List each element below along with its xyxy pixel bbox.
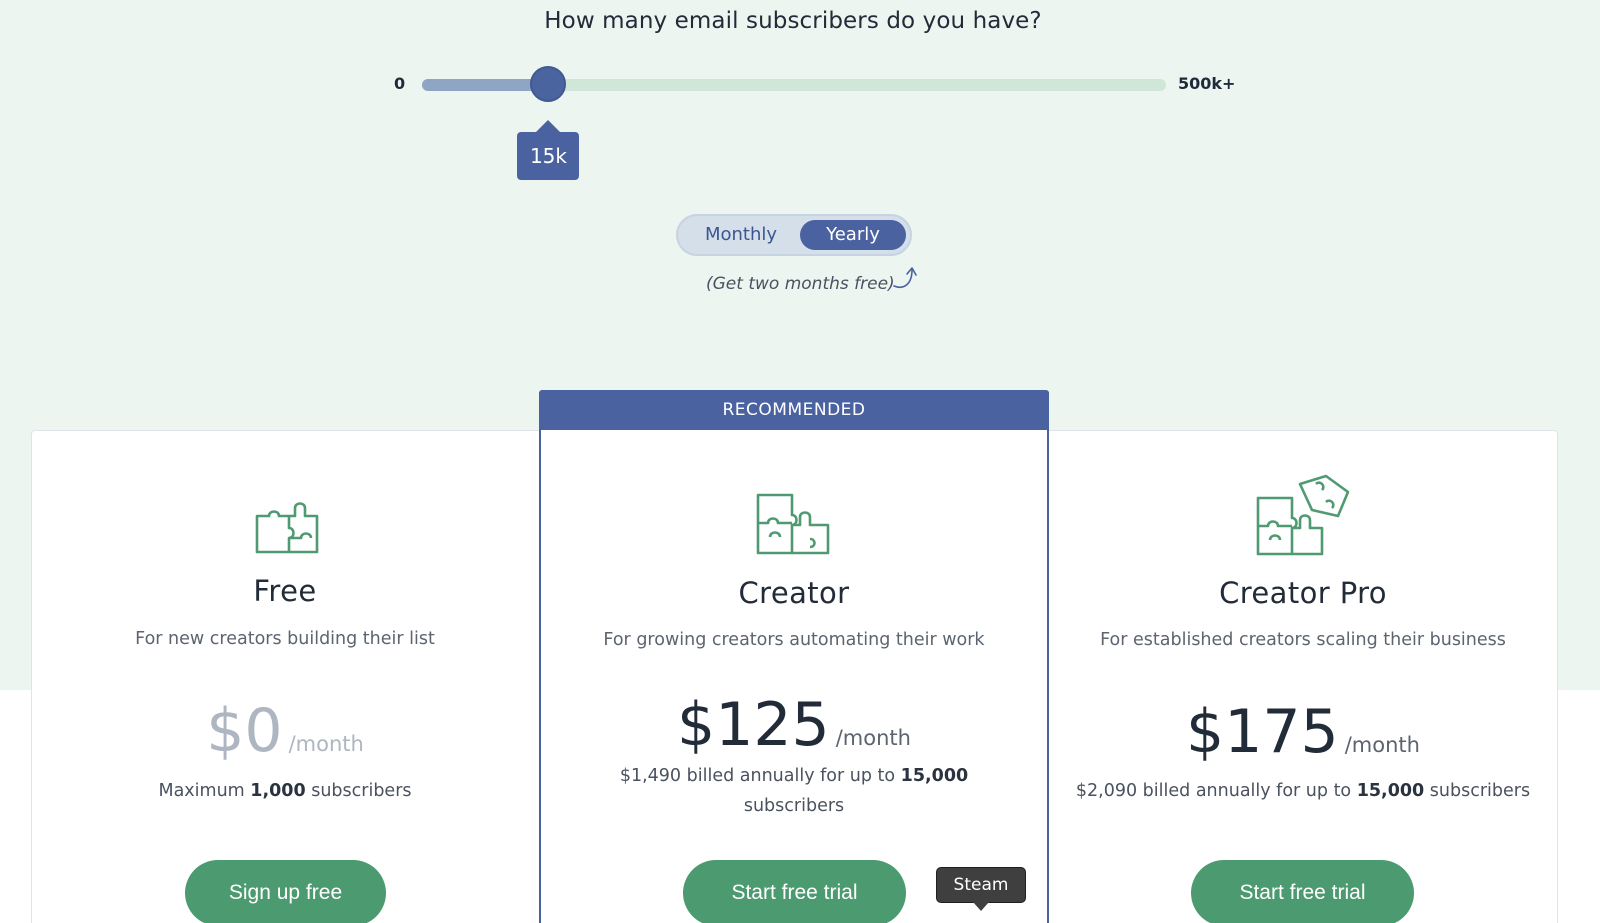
billing-text-suffix: subscribers <box>743 796 845 816</box>
price-unit: /month <box>1344 733 1420 757</box>
billing-toggle[interactable]: Monthly Yearly <box>676 214 912 256</box>
curved-arrow-icon <box>893 267 917 288</box>
slider-value-tooltip: 15k <box>517 120 580 180</box>
start-free-trial-button-creator[interactable]: Start free trial <box>683 860 906 923</box>
plan-description: For established creators scaling their b… <box>1100 630 1506 650</box>
recommended-banner: RECOMMENDED <box>539 390 1049 430</box>
plan-name: Creator Pro <box>1219 576 1387 610</box>
slider-max-label: 500k+ <box>1178 74 1236 93</box>
plan-description: For growing creators automating their wo… <box>603 630 985 650</box>
promo-text: (Get two months free) <box>706 274 895 294</box>
plan-name: Free <box>253 574 317 608</box>
billing-limit: 1,000 <box>250 781 306 801</box>
billing-text: Maximum <box>158 781 251 801</box>
plan-price: $0/month <box>31 696 539 766</box>
puzzle-pieces-stacked-icon <box>1256 474 1350 556</box>
billing-text-suffix: subscribers <box>1424 781 1531 801</box>
plan-description: For new creators building their list <box>135 629 435 649</box>
start-free-trial-button-creator-pro[interactable]: Start free trial <box>1191 860 1414 923</box>
plan-price: $125/month <box>540 690 1048 760</box>
plan-billing-note: $1,490 billed annually for up to 15,000 … <box>600 761 988 821</box>
price-unit: /month <box>288 732 364 756</box>
sign-up-free-button[interactable]: Sign up free <box>185 860 386 923</box>
puzzle-piece-icon <box>255 502 319 554</box>
plan-price: $175/month <box>1049 697 1557 767</box>
steam-tooltip: Steam <box>936 867 1026 911</box>
plan-billing-note: Maximum 1,000 subscribers <box>31 776 539 806</box>
billing-text: $1,490 billed annually for up to <box>619 766 901 786</box>
price-amount: $175 <box>1186 697 1339 767</box>
billing-limit: 15,000 <box>1356 781 1425 801</box>
billing-text-suffix: subscribers <box>305 781 412 801</box>
price-amount: $0 <box>206 696 283 766</box>
puzzle-pieces-icon <box>756 493 830 555</box>
subscriber-question: How many email subscribers do you have? <box>544 8 1042 34</box>
price-unit: /month <box>835 726 911 750</box>
billing-limit: 15,000 <box>900 766 969 786</box>
price-amount: $125 <box>677 690 830 760</box>
slider-min-label: 0 <box>394 74 406 93</box>
plan-name: Creator <box>738 576 850 610</box>
recommended-plan-card <box>539 390 1049 923</box>
billing-text: $2,090 billed annually for up to <box>1075 781 1357 801</box>
plan-billing-note: $2,090 billed annually for up to 15,000 … <box>1049 776 1557 806</box>
toggle-monthly[interactable]: Monthly <box>686 220 796 250</box>
toggle-yearly[interactable]: Yearly <box>800 220 906 250</box>
